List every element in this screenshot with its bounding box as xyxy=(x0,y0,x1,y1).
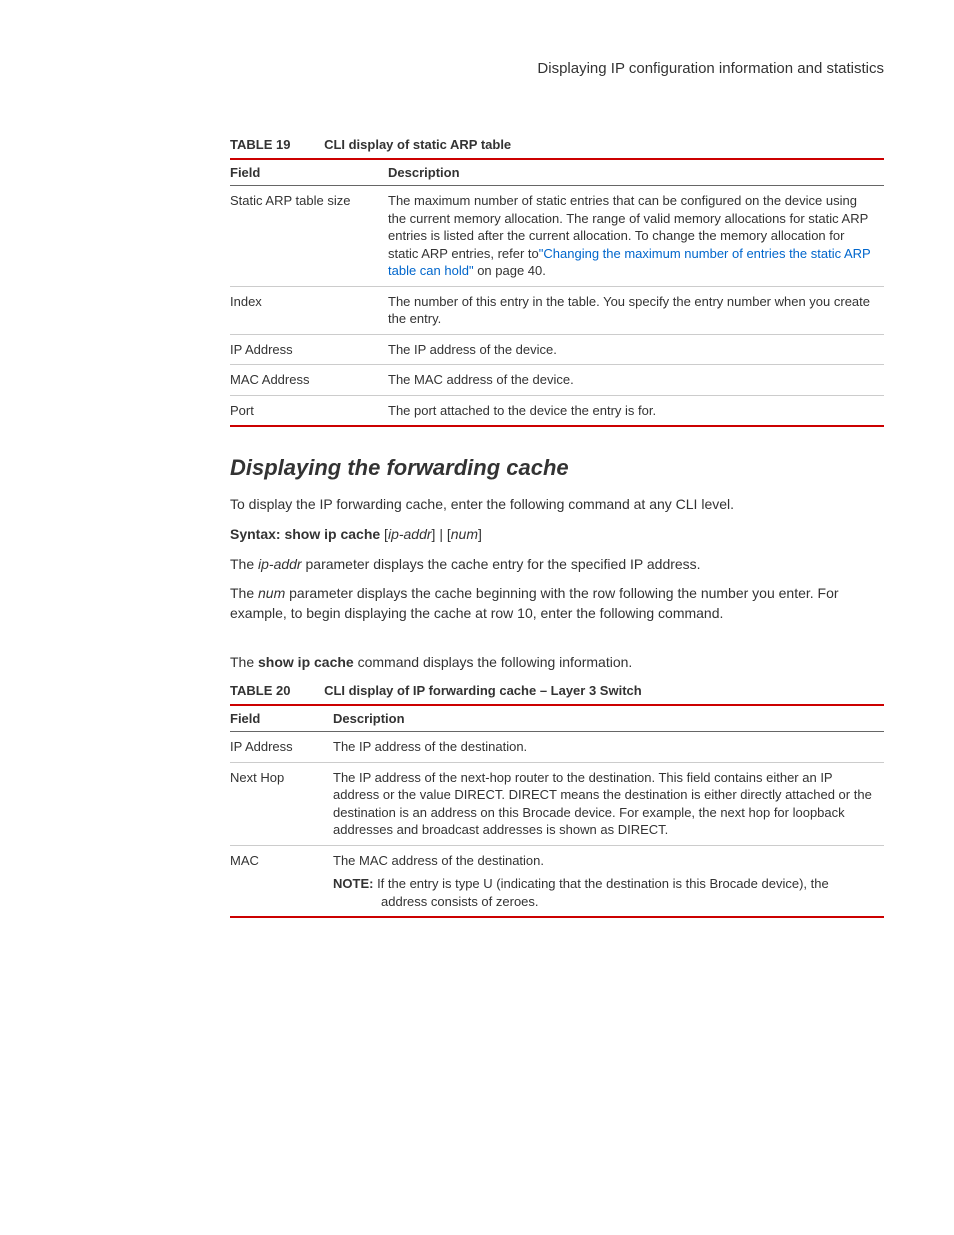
table20-row1-desc: The IP address of the next-hop router to… xyxy=(333,762,884,845)
section-heading: Displaying the forwarding cache xyxy=(230,455,884,481)
syntax-command: show ip cache xyxy=(284,526,380,542)
table20-header-description: Description xyxy=(333,705,884,732)
table19-header-description: Description xyxy=(388,159,884,186)
table19-row0-field: Static ARP table size xyxy=(230,186,388,287)
table20-number: TABLE 20 xyxy=(230,683,290,698)
table20: Field Description IP Address The IP addr… xyxy=(230,704,884,918)
table20-row2-note: NOTE: If the entry is type U (indicating… xyxy=(333,875,876,910)
table19-row2-desc: The IP address of the device. xyxy=(388,334,884,365)
syntax-line: Syntax: show ip cache [ip-addr] | [num] xyxy=(230,525,884,545)
table20-header-field: Field xyxy=(230,705,333,732)
param2-text: The num parameter displays the cache beg… xyxy=(230,584,884,623)
table19-number: TABLE 19 xyxy=(230,137,290,152)
table-row: Static ARP table size The maximum number… xyxy=(230,186,884,287)
table19-caption: TABLE 19 CLI display of static ARP table xyxy=(230,137,884,152)
table19-row2-field: IP Address xyxy=(230,334,388,365)
table-row: IP Address The IP address of the destina… xyxy=(230,732,884,763)
table19-row1-field: Index xyxy=(230,286,388,334)
table19-row3-field: MAC Address xyxy=(230,365,388,396)
table19-row4-field: Port xyxy=(230,395,388,426)
table-row: MAC Address The MAC address of the devic… xyxy=(230,365,884,396)
table20-row2-desc: The MAC address of the destination. NOTE… xyxy=(333,845,884,917)
main-content: TABLE 19 CLI display of static ARP table… xyxy=(230,137,884,918)
table-row: Port The port attached to the device the… xyxy=(230,395,884,426)
table19-title: CLI display of static ARP table xyxy=(324,137,511,152)
table20-row1-field: Next Hop xyxy=(230,762,333,845)
table20-row0-field: IP Address xyxy=(230,732,333,763)
syntax-label: Syntax: xyxy=(230,526,284,542)
table19-row0-desc: The maximum number of static entries tha… xyxy=(388,186,884,287)
table-row: Next Hop The IP address of the next-hop … xyxy=(230,762,884,845)
table20-title: CLI display of IP forwarding cache – Lay… xyxy=(324,683,642,698)
section-intro: To display the IP forwarding cache, ente… xyxy=(230,495,884,515)
table20-caption: TABLE 20 CLI display of IP forwarding ca… xyxy=(230,683,884,698)
table19: Field Description Static ARP table size … xyxy=(230,158,884,427)
follows-text: The show ip cache command displays the f… xyxy=(230,653,884,673)
table19-row4-desc: The port attached to the device the entr… xyxy=(388,395,884,426)
table20-row2-field: MAC xyxy=(230,845,333,917)
header-title: Displaying IP configuration information … xyxy=(537,60,884,77)
param1-text: The ip-addr parameter displays the cache… xyxy=(230,555,884,575)
table-row: IP Address The IP address of the device. xyxy=(230,334,884,365)
page-header: Displaying IP configuration information … xyxy=(60,60,884,77)
table20-row0-desc: The IP address of the destination. xyxy=(333,732,884,763)
table19-row3-desc: The MAC address of the device. xyxy=(388,365,884,396)
table19-row1-desc: The number of this entry in the table. Y… xyxy=(388,286,884,334)
table-row: MAC The MAC address of the destination. … xyxy=(230,845,884,917)
table19-header-field: Field xyxy=(230,159,388,186)
note-label: NOTE: xyxy=(333,876,377,891)
table-row: Index The number of this entry in the ta… xyxy=(230,286,884,334)
